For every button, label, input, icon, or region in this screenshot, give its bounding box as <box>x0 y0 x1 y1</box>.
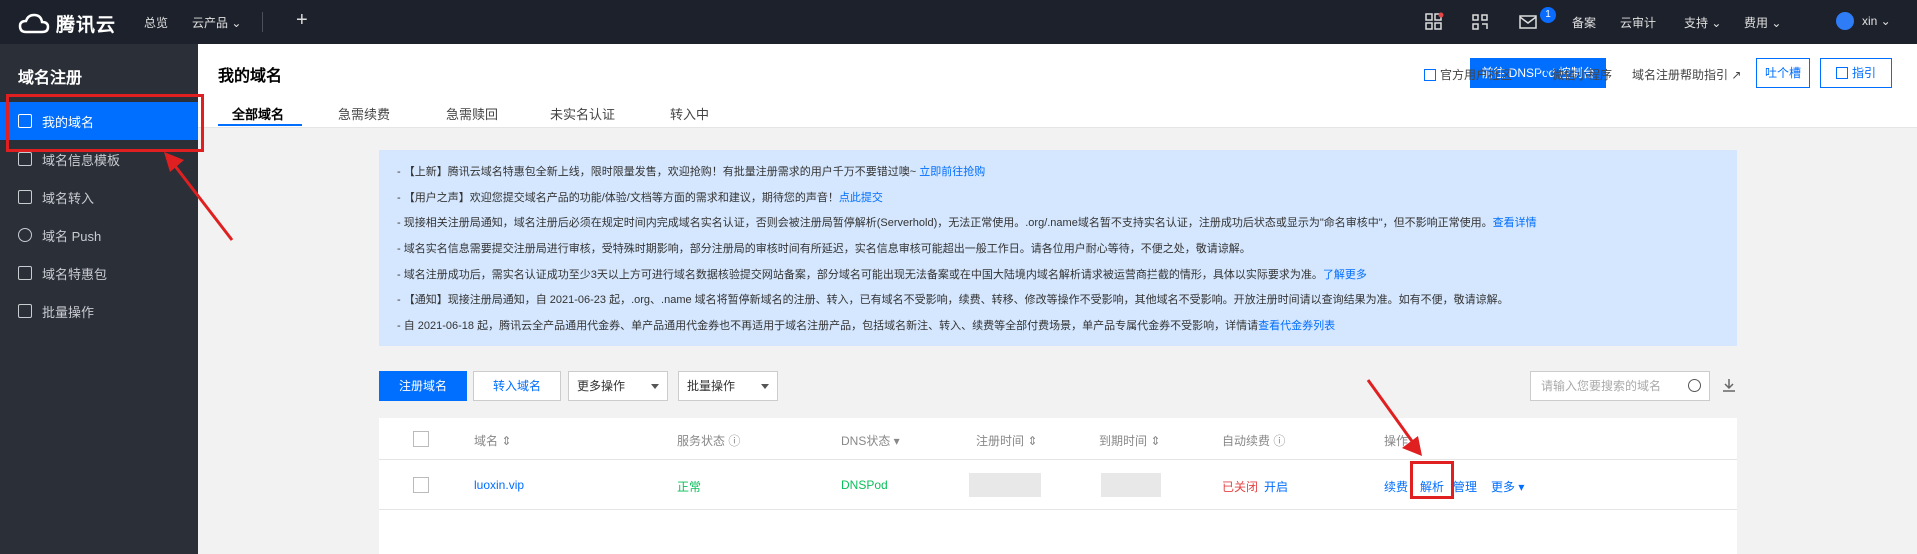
annotation-arrows <box>164 152 1422 456</box>
annotation-arrow-right <box>1366 379 1416 445</box>
annotation-arrowhead-left <box>164 152 184 172</box>
annotation-arrow-left <box>170 161 234 241</box>
